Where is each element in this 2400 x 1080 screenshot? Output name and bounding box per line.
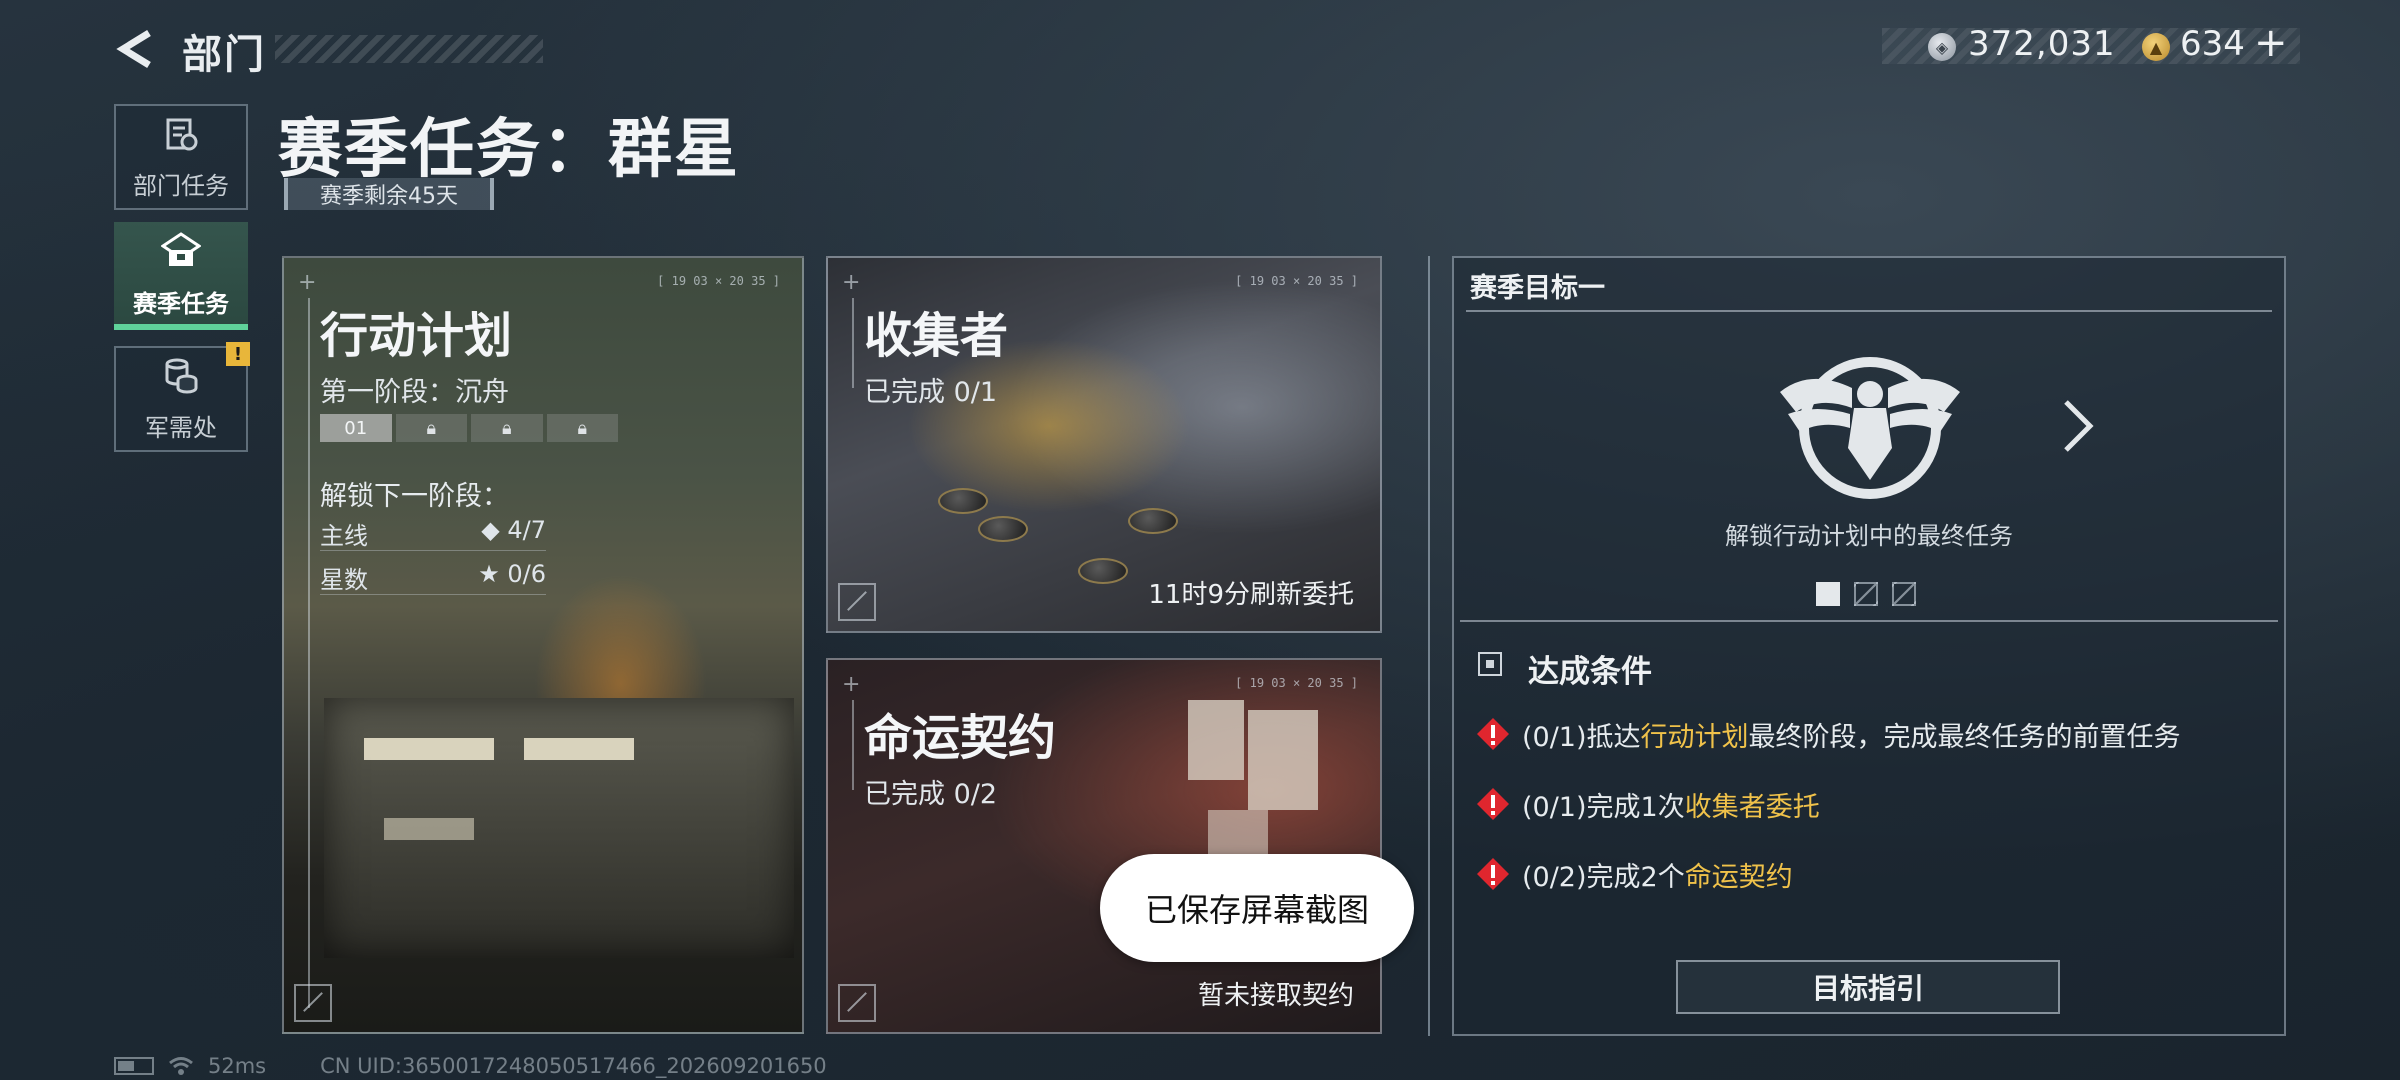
coin-art (938, 488, 988, 514)
card-timestamp: [ 19 03 × 20 35 ] (657, 274, 780, 288)
fate-contract-title: 命运契约 (864, 710, 1057, 766)
collector-title: 收集者 (864, 308, 1009, 364)
wifi-icon (169, 1057, 193, 1075)
main-label: 主线 (320, 522, 368, 550)
stage-segment-current: 01 (320, 414, 392, 442)
requirement-highlight[interactable]: 命运契约 (1685, 855, 1793, 894)
battery-icon (114, 1057, 154, 1075)
card-guide-line (852, 298, 854, 388)
stars-value: ★ 0/6 (478, 560, 546, 588)
page-header-title: 部门 (182, 32, 266, 78)
ping-value: 52ms (208, 1054, 267, 1078)
nav-season-tasks[interactable]: 赛季任务 (114, 222, 248, 328)
season-task-icon (160, 231, 202, 276)
expand-corner-icon (294, 984, 332, 1022)
screenshot-saved-toast: 已保存屏幕截图 (1100, 854, 1414, 962)
nav-season-tasks-label: 赛季任务 (133, 289, 229, 318)
lock-icon: 🔒︎ (546, 414, 618, 442)
requirement-highlight[interactable]: 收集者委托 (1685, 785, 1820, 824)
season-goal-header: 赛季目标一 (1470, 273, 1605, 304)
requirement-item: (0/1)完成1次 收集者委托 (1476, 784, 1820, 824)
lock-icon: 🔒︎ (395, 414, 467, 442)
poster-art (1188, 700, 1244, 780)
gold-currency-value: 634 (2180, 24, 2245, 64)
goal-caption: 解锁行动计划中的最终任务 (1725, 522, 2013, 550)
back-arrow-icon (116, 30, 151, 68)
poster-art (1248, 710, 1318, 810)
fate-contract-status: 暂未接取契约 (1197, 981, 1354, 1011)
conditions-icon (1478, 652, 1502, 676)
expand-corner-icon (838, 984, 876, 1022)
crosshair-icon: + (842, 672, 861, 697)
warning-icon (1477, 718, 1509, 750)
stage-progress-track: 01 🔒︎ 🔒︎ 🔒︎ (320, 414, 618, 442)
crosshair-icon: + (298, 270, 317, 295)
operation-stage-label: 第一阶段：沉舟 (320, 377, 509, 408)
eagle-emblem-icon (1770, 348, 1970, 508)
requirement-prefix: (0/2)完成2个 (1522, 861, 1685, 893)
operation-plan-card[interactable]: + [ 19 03 × 20 35 ] 行动计划 第一阶段：沉舟 01 🔒︎ 🔒… (282, 256, 804, 1034)
requirement-suffix: 最终阶段，完成最终任务的前置任务 (1748, 721, 2181, 753)
conditions-title: 达成条件 (1528, 654, 1652, 690)
requirement-item: (0/2)完成2个 命运契约 (1476, 854, 1793, 894)
requirement-prefix: (0/1)抵达 (1522, 721, 1641, 753)
card-timestamp: [ 19 03 × 20 35 ] (1235, 676, 1358, 690)
pager-dot-active[interactable] (1816, 582, 1840, 606)
goal-pager (1816, 582, 1916, 606)
coin-art (1128, 508, 1178, 534)
requirement-highlight[interactable]: 行动计划 (1641, 715, 1749, 754)
stars-label: 星数 (320, 566, 368, 594)
user-uid: CN UID:3650017248050517466_202609201650 (320, 1054, 827, 1078)
divider (1466, 310, 2272, 312)
pager-dot[interactable] (1892, 582, 1916, 606)
main-value: ◆ 4/7 (481, 516, 546, 544)
section-divider (1428, 256, 1430, 1036)
stars-progress-row: 星数 ★ 0/6 (320, 558, 546, 595)
divider (1460, 620, 2278, 622)
collector-card[interactable]: + [ 19 03 × 20 35 ] 收集者 已完成 0/1 11时9分刷新委… (826, 256, 1382, 633)
warning-icon (1477, 788, 1509, 820)
gold-coin-icon: ▲ (2142, 33, 2170, 61)
coin-art (1078, 558, 1128, 584)
card-guide-line (308, 298, 310, 1008)
silver-currency-value: 372,031 (1968, 24, 2116, 64)
unlock-next-label: 解锁下一阶段： (320, 481, 509, 512)
chevron-right-icon (2064, 400, 2094, 452)
card-art-building (324, 698, 794, 958)
card-timestamp: [ 19 03 × 20 35 ] (1235, 274, 1358, 288)
nav-supply-label: 军需处 (145, 413, 217, 442)
main-progress-row: 主线 ◆ 4/7 (320, 514, 546, 551)
next-goal-button[interactable] (2058, 396, 2098, 456)
pager-dot[interactable] (1854, 582, 1878, 606)
silver-coin-icon: ◈ (1928, 33, 1956, 61)
add-currency-button[interactable]: + (2254, 20, 2288, 66)
coin-art (978, 516, 1028, 542)
card-guide-line (852, 700, 854, 790)
lock-icon: 🔒︎ (471, 414, 543, 442)
requirement-item: (0/1)抵达 行动计划 最终阶段，完成最终任务的前置任务 (1476, 714, 2181, 754)
nav-dept-tasks-label: 部门任务 (133, 171, 229, 200)
operation-plan-title: 行动计划 (320, 308, 513, 364)
header-decoration (275, 35, 543, 63)
requirement-prefix: (0/1)完成1次 (1522, 791, 1685, 823)
notification-badge: ! (226, 342, 250, 366)
nav-dept-tasks[interactable]: 部门任务 (114, 104, 248, 210)
fate-contract-card[interactable]: + [ 19 03 × 20 35 ] 命运契约 已完成 0/2 暂未接取契约 (826, 658, 1382, 1034)
back-button[interactable] (112, 24, 158, 74)
collector-progress: 已完成 0/1 (864, 377, 998, 408)
warning-icon (1477, 858, 1509, 890)
page-title: 赛季任务：群星 (278, 113, 740, 187)
status-bar: 52ms CN UID:3650017248050517466_20260920… (114, 1054, 827, 1078)
dept-task-icon (164, 114, 198, 158)
fate-contract-progress: 已完成 0/2 (864, 779, 998, 810)
season-remaining-badge: 赛季剩余45天 (284, 178, 494, 210)
supply-icon (163, 356, 199, 400)
collector-refresh-timer: 11时9分刷新委托 (1148, 580, 1354, 610)
expand-corner-icon (838, 583, 876, 621)
goal-guide-button[interactable]: 目标指引 (1676, 960, 2060, 1014)
crosshair-icon: + (842, 270, 861, 295)
nav-active-indicator (114, 324, 248, 330)
